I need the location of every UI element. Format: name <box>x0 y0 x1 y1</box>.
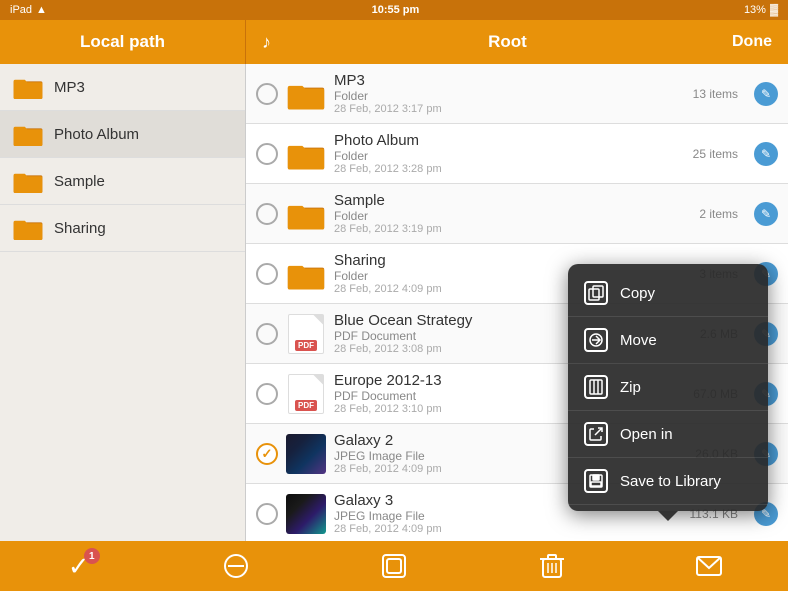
trash-button[interactable] <box>527 546 577 586</box>
file-name: MP3 <box>334 72 685 89</box>
radio-button-europe[interactable] <box>256 383 278 405</box>
no-icon <box>223 553 249 579</box>
sidebar-item-label: Sample <box>54 173 105 190</box>
trash-icon <box>540 553 564 579</box>
image-thumbnail <box>286 434 326 474</box>
sidebar-item-label: Sharing <box>54 220 106 237</box>
context-menu-label: Move <box>620 332 657 349</box>
copy-icon <box>584 281 608 305</box>
file-item-sample-folder[interactable]: Sample Folder 28 Feb, 2012 3:19 pm 2 ite… <box>246 184 788 244</box>
move-icon <box>584 328 608 352</box>
done-button[interactable]: Done <box>732 33 772 51</box>
sync-icon <box>381 553 407 579</box>
file-name: Photo Album <box>334 132 685 149</box>
context-menu-item-save-to-library[interactable]: Save to Library <box>568 458 768 505</box>
bottom-toolbar: ✓ 1 <box>0 541 788 591</box>
folder-icon <box>12 168 44 194</box>
status-bar-right: 13% ▓ <box>744 4 778 16</box>
radio-button-galaxy2[interactable] <box>256 443 278 465</box>
file-date: 28 Feb, 2012 3:19 pm <box>334 223 691 235</box>
sidebar-item-label: Photo Album <box>54 126 139 143</box>
sidebar-item-photo-album[interactable]: Photo Album <box>0 111 245 158</box>
header-right: ♪ Root Done <box>246 32 788 53</box>
folder-icon <box>12 215 44 241</box>
sidebar-item-sharing[interactable]: Sharing <box>0 205 245 252</box>
context-menu-item-copy[interactable]: Copy <box>568 270 768 317</box>
file-date: 28 Feb, 2012 4:09 pm <box>334 523 682 535</box>
sidebar-item-mp3[interactable]: MP3 <box>0 64 245 111</box>
folder-thumbnail <box>286 194 326 234</box>
folder-icon <box>12 74 44 100</box>
badge-count: 1 <box>84 548 100 564</box>
carrier-label: iPad <box>10 4 32 16</box>
header-root-title: Root <box>283 32 732 52</box>
file-info-mp3-folder: MP3 Folder 28 Feb, 2012 3:17 pm <box>334 72 685 115</box>
open-in-icon <box>584 422 608 446</box>
radio-button-mp3-folder[interactable] <box>256 83 278 105</box>
file-size: 25 items <box>693 147 738 161</box>
file-type: Folder <box>334 149 685 163</box>
context-menu-label: Save to Library <box>620 473 721 490</box>
pdf-thumbnail: PDF <box>286 374 326 414</box>
status-bar-left: iPad ▲ <box>10 4 47 16</box>
sidebar-item-sample[interactable]: Sample <box>0 158 245 205</box>
no-button[interactable] <box>211 546 261 586</box>
radio-button-sharing-folder[interactable] <box>256 263 278 285</box>
file-list: MP3 Folder 28 Feb, 2012 3:17 pm 13 items… <box>246 64 788 541</box>
header-local-path-title: Local path <box>0 20 246 64</box>
mail-button[interactable] <box>684 546 734 586</box>
mail-icon <box>696 556 722 576</box>
radio-button-photo-album-folder[interactable] <box>256 143 278 165</box>
file-size: 13 items <box>693 87 738 101</box>
folder-thumbnail <box>286 74 326 114</box>
sidebar: MP3 Photo Album Sample Sharing <box>0 64 246 541</box>
zip-icon <box>584 375 608 399</box>
context-menu-label: Open in <box>620 426 673 443</box>
file-info-photo-album-folder: Photo Album Folder 28 Feb, 2012 3:28 pm <box>334 132 685 175</box>
file-name: Sample <box>334 192 691 209</box>
image-thumbnail <box>286 494 326 534</box>
file-type: Folder <box>334 209 691 223</box>
folder-thumbnail <box>286 134 326 174</box>
radio-button-blue-ocean[interactable] <box>256 323 278 345</box>
radio-button-sample-folder[interactable] <box>256 203 278 225</box>
file-item-photo-album-folder[interactable]: Photo Album Folder 28 Feb, 2012 3:28 pm … <box>246 124 788 184</box>
radio-button-galaxy3[interactable] <box>256 503 278 525</box>
battery-label: 13% <box>744 4 766 16</box>
status-bar: iPad ▲ 10:55 pm 13% ▓ <box>0 0 788 20</box>
file-date: 28 Feb, 2012 3:28 pm <box>334 163 685 175</box>
sync-button[interactable] <box>369 546 419 586</box>
folder-thumbnail <box>286 254 326 294</box>
status-bar-time: 10:55 pm <box>372 4 420 16</box>
save-icon <box>584 469 608 493</box>
context-menu-item-move[interactable]: Move <box>568 317 768 364</box>
file-type: Folder <box>334 89 685 103</box>
edit-button-photo-album-folder[interactable]: ✎ <box>754 142 778 166</box>
sidebar-item-label: MP3 <box>54 79 85 96</box>
header: Local path ♪ Root Done <box>0 20 788 64</box>
file-info-sample-folder: Sample Folder 28 Feb, 2012 3:19 pm <box>334 192 691 235</box>
file-date: 28 Feb, 2012 3:17 pm <box>334 103 685 115</box>
file-item-mp3-folder[interactable]: MP3 Folder 28 Feb, 2012 3:17 pm 13 items… <box>246 64 788 124</box>
edit-button-mp3-folder[interactable]: ✎ <box>754 82 778 106</box>
pdf-thumbnail: PDF <box>286 314 326 354</box>
context-menu-item-open-in[interactable]: Open in <box>568 411 768 458</box>
battery-icon: ▓ <box>770 4 778 16</box>
context-menu-label: Copy <box>620 285 655 302</box>
context-menu: Copy Move Zip Open in Save to Library <box>568 264 768 511</box>
context-menu-item-zip[interactable]: Zip <box>568 364 768 411</box>
context-menu-label: Zip <box>620 379 641 396</box>
main-layout: MP3 Photo Album Sample Sharing <box>0 64 788 541</box>
file-type: JPEG Image File <box>334 509 682 523</box>
context-menu-arrow <box>658 511 678 521</box>
file-size: 2 items <box>699 207 738 221</box>
check-button[interactable]: ✓ 1 <box>54 546 104 586</box>
header-music-icon[interactable]: ♪ <box>262 32 271 53</box>
edit-button-sample-folder[interactable]: ✎ <box>754 202 778 226</box>
folder-icon <box>12 121 44 147</box>
wifi-icon: ▲ <box>36 4 47 16</box>
